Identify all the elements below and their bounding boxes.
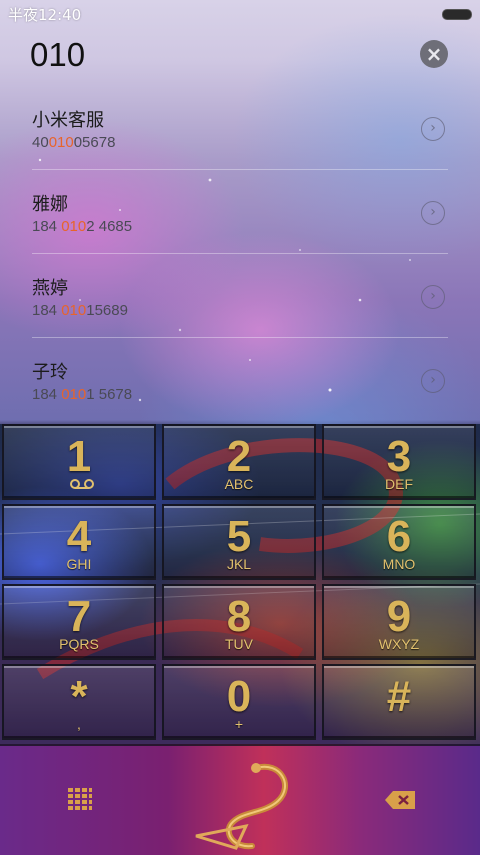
- status-bar: 半夜12:40: [0, 0, 480, 28]
- key-digit: 6: [386, 512, 412, 561]
- key-digit: 2: [226, 432, 252, 481]
- key-9[interactable]: 9 WXYZ: [322, 584, 476, 660]
- key-digit: *: [70, 672, 88, 721]
- chevron-right-icon[interactable]: ›: [421, 369, 445, 393]
- key-5[interactable]: 5 JKL: [162, 504, 316, 580]
- key-letters: JKL: [226, 556, 252, 572]
- contact-number: 184 0101 5678: [32, 386, 132, 403]
- number-prefix: 184: [32, 386, 62, 403]
- list-item[interactable]: 燕婷 184 01015689 ›: [0, 254, 480, 338]
- key-1[interactable]: 1: [2, 424, 156, 500]
- key-letters: ,: [77, 716, 81, 732]
- dialed-number: 010: [30, 36, 86, 73]
- list-item[interactable]: 子玲 184 0101 5678 ›: [0, 338, 480, 422]
- dial-call-icon[interactable]: [186, 756, 296, 855]
- key-letters: DEF: [385, 476, 413, 492]
- contact-number: 184 01015689: [32, 302, 128, 319]
- contact-name: 雅娜: [32, 194, 68, 215]
- battery-icon: [442, 9, 472, 20]
- key-letters: PQRS: [59, 636, 99, 652]
- contact-number: 4001005678: [32, 134, 115, 151]
- contact-name: 子玲: [32, 362, 68, 383]
- contact-name: 燕婷: [32, 278, 68, 299]
- number-suffix: 05678: [73, 134, 116, 151]
- status-time: 半夜12:40: [8, 6, 82, 24]
- key-star[interactable]: * ,: [2, 664, 156, 740]
- key-digit: 0: [226, 672, 252, 721]
- key-letters: +: [234, 716, 244, 732]
- contact-name: 小米客服: [32, 110, 104, 131]
- key-3[interactable]: 3 DEF: [322, 424, 476, 500]
- key-digit: 4: [66, 512, 92, 561]
- bottom-action-bar: [0, 744, 480, 855]
- key-0[interactable]: 0 +: [162, 664, 316, 740]
- number-match-highlight: 010: [61, 302, 87, 319]
- key-letters: GHI: [66, 556, 92, 572]
- key-6[interactable]: 6 MNO: [322, 504, 476, 580]
- key-digit: 8: [226, 592, 252, 641]
- contact-number: 184 0102 4685: [32, 218, 132, 235]
- number-prefix: 184: [32, 218, 62, 235]
- dial-keypad: 1 2 ABC 3 DEF 4 GHI 5 JKL 6 MNO 7 PQRS 8…: [0, 424, 480, 744]
- chevron-right-icon[interactable]: ›: [421, 117, 445, 141]
- number-suffix: 1 5678: [86, 386, 133, 403]
- key-letters: TUV: [225, 636, 253, 652]
- number-match-highlight: 010: [61, 218, 87, 235]
- key-letters: WXYZ: [378, 636, 420, 652]
- list-item[interactable]: 小米客服 4001005678 ›: [0, 86, 480, 170]
- number-match-highlight: 010: [48, 134, 74, 151]
- key-digit: 7: [66, 592, 92, 641]
- key-digit: #: [386, 672, 412, 721]
- key-digit: 9: [386, 592, 412, 641]
- voicemail-icon: [70, 479, 94, 489]
- key-hash[interactable]: #: [322, 664, 476, 740]
- keypad-grid-icon[interactable]: [68, 788, 92, 810]
- key-4[interactable]: 4 GHI: [2, 504, 156, 580]
- list-item[interactable]: 雅娜 184 0102 4685 ›: [0, 170, 480, 254]
- chevron-right-icon[interactable]: ›: [421, 285, 445, 309]
- key-8[interactable]: 8 TUV: [162, 584, 316, 660]
- number-prefix: 40: [32, 134, 49, 151]
- number-match-highlight: 010: [61, 386, 87, 403]
- key-letters: MNO: [382, 556, 416, 572]
- chevron-right-icon[interactable]: ›: [421, 201, 445, 225]
- key-digit: 3: [386, 432, 412, 481]
- number-prefix: 184: [32, 302, 62, 319]
- close-icon[interactable]: ×: [420, 40, 448, 68]
- number-suffix: 15689: [86, 302, 128, 319]
- key-letters: ABC: [224, 476, 254, 492]
- key-digit: 5: [226, 512, 252, 561]
- backspace-icon[interactable]: [384, 790, 416, 810]
- key-2[interactable]: 2 ABC: [162, 424, 316, 500]
- number-suffix: 2 4685: [86, 218, 133, 235]
- key-digit: 1: [66, 432, 92, 481]
- key-7[interactable]: 7 PQRS: [2, 584, 156, 660]
